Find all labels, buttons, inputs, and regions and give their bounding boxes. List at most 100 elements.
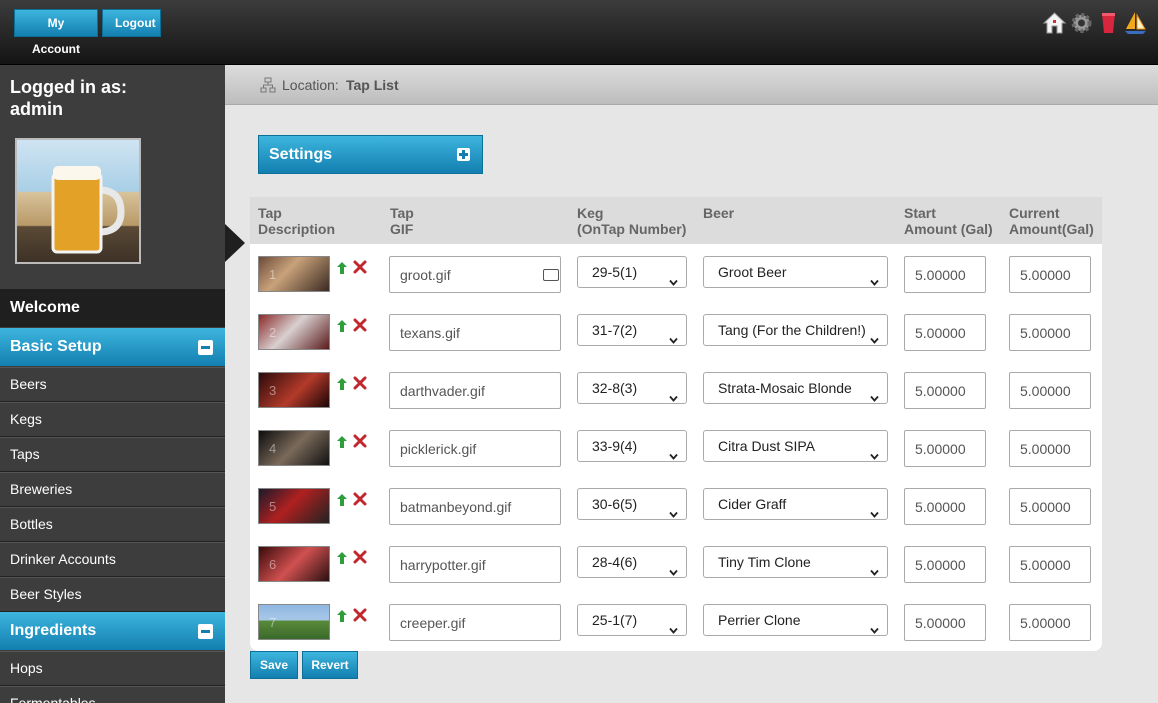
sidebar-item-hops[interactable]: Hops	[0, 651, 225, 686]
chevron-down-icon	[870, 441, 879, 460]
location-value: Tap List	[346, 77, 399, 93]
keg-select[interactable]: 33-9(4)	[577, 430, 687, 462]
tap-gif-input[interactable]	[389, 314, 561, 351]
save-button[interactable]: Save	[250, 651, 298, 679]
keg-select[interactable]: 28-4(6)	[577, 546, 687, 578]
current-amount-input[interactable]	[1009, 546, 1091, 583]
chevron-down-icon	[870, 383, 879, 402]
move-up-icon[interactable]	[336, 551, 348, 565]
current-amount-input[interactable]	[1009, 372, 1091, 409]
move-up-icon[interactable]	[336, 319, 348, 333]
sidebar-section-basic-setup[interactable]: Basic Setup	[0, 328, 225, 366]
move-up-icon[interactable]	[336, 609, 348, 623]
delete-icon[interactable]	[353, 492, 367, 506]
location-bar: Location: Tap List	[225, 65, 1158, 105]
tap-gif-input[interactable]	[389, 604, 561, 641]
sidebar-item-kegs[interactable]: Kegs	[0, 402, 225, 437]
current-amount-input[interactable]	[1009, 488, 1091, 525]
collapse-icon[interactable]	[198, 340, 213, 355]
contact-card-icon[interactable]	[543, 269, 559, 281]
tap-gif-input[interactable]	[389, 372, 561, 409]
start-amount-input[interactable]	[904, 314, 986, 351]
header-tap-gif: Tap GIF	[390, 205, 414, 237]
start-amount-input[interactable]	[904, 488, 986, 525]
tap-gif-input[interactable]	[389, 430, 561, 467]
header-current-amount: Current Amount(Gal)	[1009, 205, 1094, 237]
chevron-down-icon	[870, 557, 879, 576]
keg-select[interactable]: 29-5(1)	[577, 256, 687, 288]
expand-icon[interactable]	[457, 148, 470, 161]
keg-select[interactable]: 25-1(7)	[577, 604, 687, 636]
username: admin	[10, 99, 64, 119]
sidebar-item-breweries[interactable]: Breweries	[0, 472, 225, 507]
keg-select[interactable]: 32-8(3)	[577, 372, 687, 404]
chevron-down-icon	[870, 615, 879, 634]
move-up-icon[interactable]	[336, 377, 348, 391]
sidebar-item-drinker-accounts[interactable]: Drinker Accounts	[0, 542, 225, 577]
beer-select[interactable]: Strata-Mosaic Blonde	[703, 372, 888, 404]
chevron-down-icon	[669, 325, 678, 344]
start-amount-input[interactable]	[904, 604, 986, 641]
delete-icon[interactable]	[353, 434, 367, 448]
move-up-icon[interactable]	[336, 435, 348, 449]
delete-icon[interactable]	[353, 376, 367, 390]
beer-select[interactable]: Tiny Tim Clone	[703, 546, 888, 578]
chevron-down-icon	[870, 325, 879, 344]
start-amount-input[interactable]	[904, 546, 986, 583]
my-account-button[interactable]: My Account	[14, 9, 98, 56]
table-row: 2 31-7(2) Tang (For the Children!)	[250, 305, 1102, 363]
delete-icon[interactable]	[353, 550, 367, 564]
tap-number: 7	[269, 615, 277, 630]
keg-select[interactable]: 31-7(2)	[577, 314, 687, 346]
tap-gif-input[interactable]	[389, 256, 561, 293]
cup-icon[interactable]	[1096, 10, 1121, 36]
sidebar: Logged in as: admin Welcome Basic Setup …	[0, 65, 225, 703]
logout-button[interactable]: Logout	[102, 9, 161, 37]
settings-panel-header[interactable]: Settings	[258, 135, 483, 174]
keg-select-value: 32-8(3)	[592, 380, 638, 396]
start-amount-input[interactable]	[904, 372, 986, 409]
beer-select[interactable]: Tang (For the Children!)	[703, 314, 888, 346]
tap-gif-thumbnail: 6	[258, 546, 330, 582]
beer-select[interactable]: Cider Graff	[703, 488, 888, 520]
beer-select-value: Tiny Tim Clone	[718, 554, 811, 570]
current-amount-input[interactable]	[1009, 256, 1091, 293]
gear-icon[interactable]	[1069, 10, 1094, 36]
home-icon[interactable]	[1042, 10, 1067, 36]
beer-select-value: Strata-Mosaic Blonde	[718, 380, 852, 396]
delete-icon[interactable]	[353, 318, 367, 332]
beer-select[interactable]: Perrier Clone	[703, 604, 888, 636]
beer-select-value: Groot Beer	[718, 264, 787, 280]
sidebar-item-bottles[interactable]: Bottles	[0, 507, 225, 542]
chevron-down-icon	[669, 615, 678, 634]
revert-button[interactable]: Revert	[302, 651, 358, 679]
logged-in-label: Logged in as:	[10, 77, 127, 97]
delete-icon[interactable]	[353, 608, 367, 622]
avatar	[15, 138, 141, 264]
start-amount-input[interactable]	[904, 430, 986, 467]
chevron-down-icon	[669, 499, 678, 518]
keg-select[interactable]: 30-6(5)	[577, 488, 687, 520]
current-amount-input[interactable]	[1009, 430, 1091, 467]
move-up-icon[interactable]	[336, 493, 348, 507]
chevron-down-icon	[669, 383, 678, 402]
sitemap-icon	[260, 77, 276, 93]
tap-gif-input[interactable]	[389, 488, 561, 525]
collapse-icon[interactable]	[198, 624, 213, 639]
start-amount-input[interactable]	[904, 256, 986, 293]
sidebar-section-ingredients[interactable]: Ingredients	[0, 612, 225, 650]
current-amount-input[interactable]	[1009, 604, 1091, 641]
current-amount-input[interactable]	[1009, 314, 1091, 351]
sidebar-item-taps[interactable]: Taps	[0, 437, 225, 472]
sidebar-item-fermentables[interactable]: Fermentables	[0, 686, 225, 703]
sidebar-item-beer-styles[interactable]: Beer Styles	[0, 577, 225, 612]
sidebar-item-welcome[interactable]: Welcome	[0, 289, 225, 327]
tap-gif-thumbnail: 7	[258, 604, 330, 640]
beer-select[interactable]: Groot Beer	[703, 256, 888, 288]
tap-gif-input[interactable]	[389, 546, 561, 583]
sailboat-icon[interactable]	[1123, 10, 1148, 36]
sidebar-item-beers[interactable]: Beers	[0, 367, 225, 402]
beer-select[interactable]: Citra Dust SIPA	[703, 430, 888, 462]
move-up-icon[interactable]	[336, 261, 348, 275]
delete-icon[interactable]	[353, 260, 367, 274]
